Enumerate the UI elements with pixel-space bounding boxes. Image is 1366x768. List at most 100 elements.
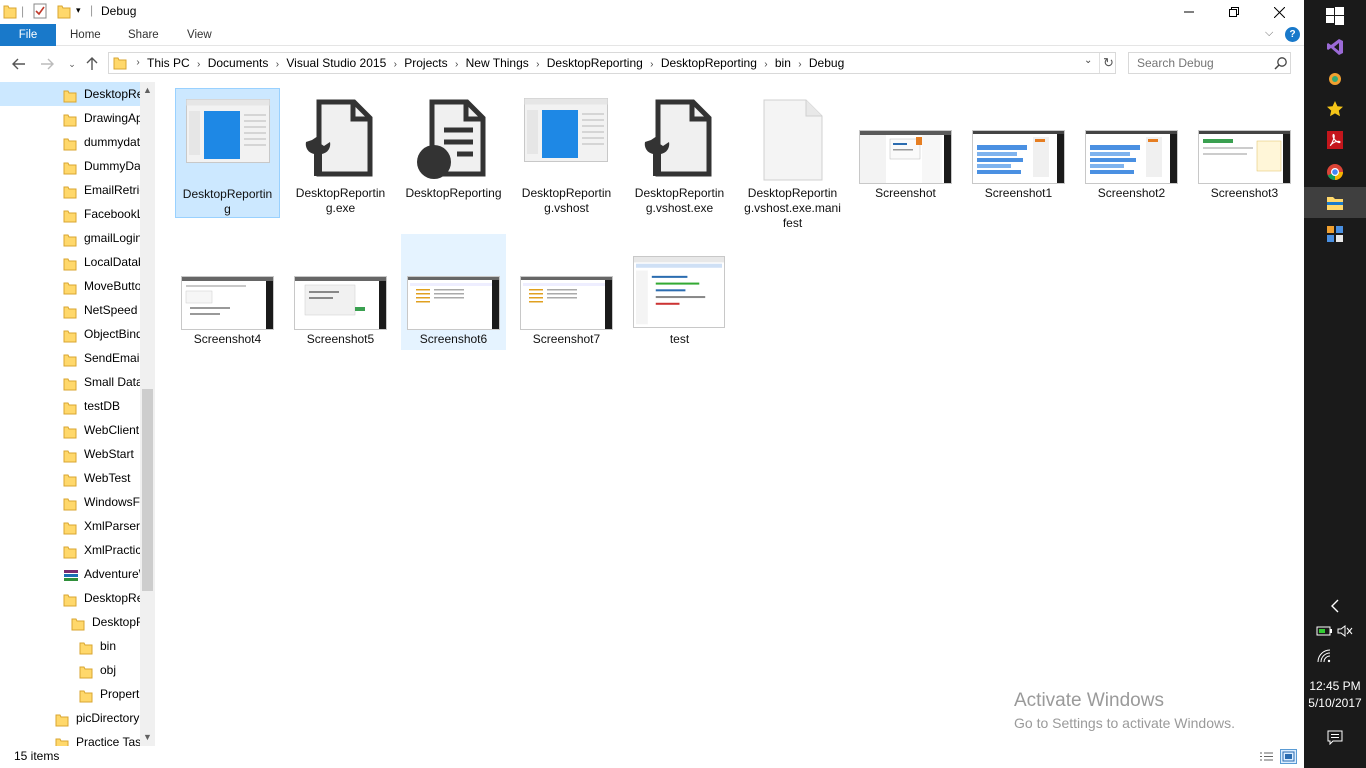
sidebar-item[interactable]: Properties [0,682,140,706]
forward-button[interactable] [37,54,57,74]
breadcrumb-desktopreporting[interactable]: DesktopReporting [547,56,643,70]
taskbar-star-app[interactable] [1304,93,1366,124]
sidebar-item[interactable]: picDirectory [0,706,140,730]
sidebar-item[interactable]: Practice Task [0,730,140,746]
file-item[interactable]: DesktopReporting [175,88,280,218]
file-item[interactable]: Screenshot5 [288,234,393,350]
file-item[interactable]: DesktopReporting [401,88,506,218]
breadcrumb-projects[interactable]: Projects [404,56,447,70]
chevron-right-icon[interactable]: › [268,59,286,70]
action-center-button[interactable] [1304,722,1366,753]
chevron-right-icon[interactable]: › [448,59,466,70]
chevron-right-icon[interactable]: › [529,59,547,70]
clock-date[interactable]: 5/10/2017 [1304,696,1366,710]
sidebar-item[interactable]: DesktopReporting [0,610,140,634]
breadcrumb-documents[interactable]: Documents [208,56,269,70]
chevron-right-icon[interactable]: › [757,59,775,70]
recent-locations-button[interactable]: ⌄ [62,54,82,74]
sidebar-item[interactable]: bin [0,634,140,658]
chevron-right-icon[interactable]: › [190,59,208,70]
search-icon[interactable] [1274,56,1288,73]
breadcrumb-desktopreporting-project[interactable]: DesktopReporting [661,56,757,70]
minimize-button[interactable] [1166,0,1212,24]
sidebar-item[interactable]: DesktopReporting [0,82,140,106]
file-item[interactable]: Screenshot3 [1192,88,1297,218]
sidebar-item[interactable]: gmailLogin [0,226,140,250]
sidebar-item[interactable]: XmlParser [0,514,140,538]
search-box[interactable] [1128,52,1291,74]
file-item[interactable]: Screenshot2 [1079,88,1184,218]
address-bar[interactable]: › This PC › Documents › Visual Studio 2015 › P… [108,52,1116,74]
scroll-up-icon[interactable]: ▲ [140,82,155,99]
large-icons-view-button[interactable] [1280,749,1297,764]
taskbar-app-8[interactable] [1304,218,1366,249]
sidebar-item[interactable]: AdventureWorks [0,562,140,586]
tab-home[interactable]: Home [70,24,101,46]
sidebar-item[interactable]: WebStart [0,442,140,466]
file-item[interactable]: Screenshot4 [175,234,280,350]
sidebar-item[interactable]: SendEmail [0,346,140,370]
search-input[interactable] [1129,53,1269,73]
sidebar-item[interactable]: FacebookLogin [0,202,140,226]
network-button[interactable] [1294,640,1356,671]
file-item[interactable]: DesktopReporting.exe [288,88,393,218]
taskbar-acrobat[interactable] [1304,124,1366,155]
tab-share[interactable]: Share [128,24,159,46]
file-item[interactable]: Screenshot [853,88,958,218]
file-item[interactable]: test [627,234,732,350]
sidebar-item[interactable]: WebTest [0,466,140,490]
new-folder-icon[interactable] [57,3,71,22]
sidebar-item[interactable]: testDB [0,394,140,418]
sidebar-item[interactable]: obj [0,658,140,682]
chevron-right-icon[interactable]: › [386,59,404,70]
file-item[interactable]: DesktopReporting.vshost.exe [627,88,732,218]
file-item[interactable]: Screenshot6 [401,234,506,350]
address-dropdown-icon[interactable]: ⌄ [1084,55,1092,66]
sidebar-item[interactable]: DrawingApp [0,106,140,130]
breadcrumb-bin[interactable]: bin [775,56,791,70]
file-item[interactable]: Screenshot7 [514,234,619,350]
scroll-down-icon[interactable]: ▼ [140,729,155,746]
breadcrumb-this-pc[interactable]: This PC [147,56,190,70]
sidebar-item[interactable]: EmailRetrieve [0,178,140,202]
sidebar-item[interactable]: DesktopReporting [0,586,140,610]
sidebar-item[interactable]: DummyData [0,154,140,178]
file-item[interactable]: DesktopReporting.vshost.exe.manifest [740,88,845,233]
sidebar-item[interactable]: NetSpeed [0,298,140,322]
taskbar-app-3[interactable] [1304,62,1366,93]
chevron-right-icon[interactable]: › [791,59,809,70]
help-icon[interactable]: ? [1285,27,1300,42]
refresh-button[interactable]: ↻ [1099,53,1117,73]
breadcrumb-new-things[interactable]: New Things [466,56,529,70]
sidebar-item[interactable]: Small Database [0,370,140,394]
sidebar-item[interactable]: dummydata [0,130,140,154]
navigation-scrollbar[interactable]: ▲ ▼ [140,82,155,746]
start-button[interactable] [1304,0,1366,31]
expand-ribbon-icon[interactable]: ⌵ [1265,27,1273,40]
chevron-right-icon[interactable]: › [643,59,661,70]
close-button[interactable] [1256,0,1302,24]
up-button[interactable] [82,54,102,74]
sidebar-item[interactable]: MoveButton [0,274,140,298]
scrollbar-thumb[interactable] [142,389,153,591]
sidebar-item[interactable]: WindowsFormsApp [0,490,140,514]
details-view-button[interactable] [1258,749,1275,764]
clock-time[interactable]: 12:45 PM [1304,679,1366,693]
breadcrumb-debug[interactable]: Debug [809,56,844,70]
file-item[interactable]: DesktopReporting.vshost [514,88,619,218]
breadcrumb-visual-studio[interactable]: Visual Studio 2015 [286,56,386,70]
sidebar-item[interactable]: ObjectBinding [0,322,140,346]
tab-file[interactable]: File [0,24,56,46]
sidebar-item[interactable]: LocalDatabase [0,250,140,274]
customize-quick-access-icon[interactable]: ▾ [76,5,81,16]
sidebar-item[interactable]: WebClient [0,418,140,442]
tab-view[interactable]: View [187,24,212,46]
file-item[interactable]: Screenshot1 [966,88,1071,218]
taskbar-file-explorer[interactable] [1304,187,1366,218]
taskbar-chrome[interactable] [1304,156,1366,187]
taskbar-visual-studio[interactable] [1304,31,1366,62]
maximize-button[interactable] [1211,0,1257,24]
properties-icon[interactable] [33,3,47,22]
sidebar-item[interactable]: XmlPractice [0,538,140,562]
back-button[interactable] [9,54,29,74]
